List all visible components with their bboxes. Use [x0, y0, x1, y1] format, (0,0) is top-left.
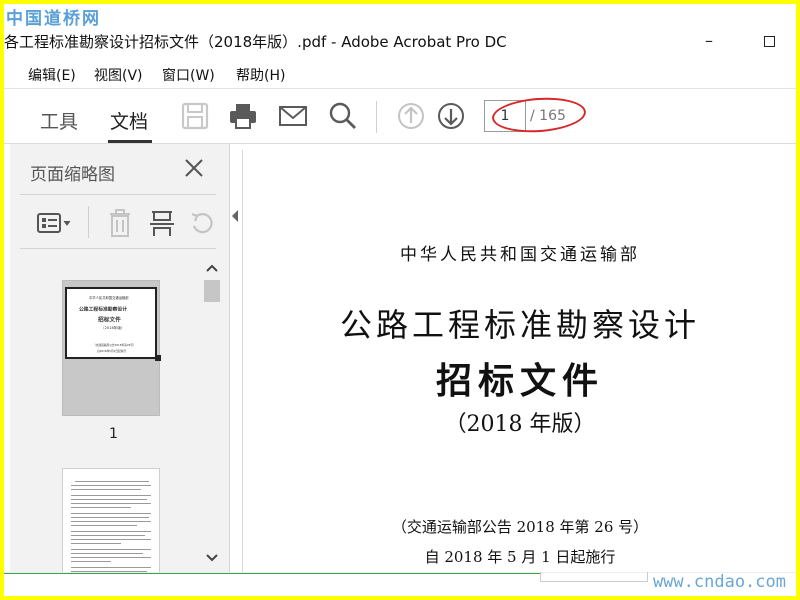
text-line — [75, 481, 149, 482]
save-icon[interactable] — [180, 101, 210, 131]
close-icon[interactable] — [182, 156, 206, 180]
document-announcement: （交通运输部公告 2018 年第 26 号） — [391, 518, 649, 536]
status-divider — [4, 573, 540, 574]
text-line — [71, 507, 131, 508]
thumbnail-list[interactable]: 中华人民共和国交通运输部 公路工程标准勘察设计 招标文件 （2018年版） （交… — [10, 256, 200, 572]
document-effective-date: 自 2018 年 5 月 1 日起施行 — [424, 548, 616, 566]
text-line — [71, 549, 151, 550]
extract-pages-icon[interactable] — [148, 208, 176, 238]
panel-divider-2 — [20, 248, 216, 249]
thumbnail-page-frame: 中华人民共和国交通运输部 公路工程标准勘察设计 招标文件 （2018年版） （交… — [65, 287, 157, 359]
tab-tools[interactable]: 工具 — [40, 107, 78, 134]
thumbnail-text: 中华人民共和国交通运输部 — [89, 296, 129, 300]
scroll-up-icon[interactable] — [204, 262, 220, 274]
text-line — [71, 539, 151, 540]
page-thumbnail[interactable]: 中华人民共和国交通运输部 公路工程标准勘察设计 招标文件 （2018年版） （交… — [62, 280, 161, 416]
print-icon[interactable] — [228, 101, 258, 131]
text-line — [71, 543, 121, 544]
menu-window[interactable]: 窗口(W) — [162, 65, 215, 85]
text-line — [71, 531, 151, 532]
page-thumbnails-panel: 页面缩略图 中华人民共和国交通运输部 公路工程标准勘察设计 招标文件 （2018… — [10, 144, 230, 572]
panel-tool-separator — [88, 206, 89, 238]
minimize-button[interactable]: – — [694, 28, 724, 54]
thumbnail-options-icon[interactable] — [36, 208, 76, 238]
thumbnail-page-label: 1 — [109, 426, 118, 442]
document-edition: （2018 年版） — [444, 412, 596, 437]
text-line — [71, 495, 151, 496]
text-line — [71, 567, 151, 568]
next-page-icon[interactable] — [436, 101, 466, 131]
scroll-thumb[interactable] — [204, 280, 220, 302]
mail-icon[interactable] — [278, 101, 308, 131]
text-line — [71, 489, 141, 490]
toolbar-separator — [376, 101, 377, 133]
rotate-page-icon[interactable] — [188, 208, 216, 238]
text-line — [71, 521, 151, 522]
menu-bar: 编辑(E) 视图(V) 窗口(W) 帮助(H) — [4, 62, 796, 86]
active-tab-indicator — [108, 140, 152, 143]
status-box — [540, 572, 648, 582]
collapse-panel-icon[interactable] — [230, 204, 240, 228]
text-line — [71, 499, 147, 500]
menu-edit[interactable]: 编辑(E) — [28, 65, 76, 85]
menu-view[interactable]: 视图(V) — [94, 65, 143, 85]
watermark-url: www.cndao.com — [652, 572, 786, 592]
search-icon[interactable] — [328, 101, 358, 131]
thumbnail-text: 招标文件 — [98, 316, 121, 324]
panel-title: 页面缩略图 — [30, 165, 115, 185]
text-line — [71, 485, 151, 486]
document-title-line1: 公路工程标准勘察设计 — [339, 306, 700, 344]
previous-page-icon[interactable] — [396, 101, 426, 131]
document-title-line2: 招标文件 — [435, 361, 604, 402]
acrobat-window: 中国道桥网 各工程标准勘察设计招标文件（2018年版）.pdf - Adobe … — [4, 4, 796, 596]
text-line — [71, 553, 143, 554]
text-line — [71, 503, 151, 504]
text-line — [71, 513, 151, 514]
thumbnail-scrollbar[interactable] — [202, 258, 220, 568]
window-title: 各工程标准勘察设计招标文件（2018年版）.pdf - Adobe Acroba… — [4, 33, 507, 51]
document-issuer: 中华人民共和国交通运输部 — [400, 245, 640, 265]
delete-page-icon[interactable] — [106, 208, 134, 238]
text-line — [71, 561, 111, 562]
text-line — [71, 525, 137, 526]
tab-document[interactable]: 文档 — [110, 107, 148, 134]
panel-divider — [20, 194, 216, 195]
thumbnail-text: 自2018年5月1日起施行 — [97, 349, 127, 354]
text-line — [71, 535, 145, 536]
maximize-button[interactable] — [754, 28, 784, 54]
scroll-down-icon[interactable] — [204, 552, 220, 564]
page-thumbnail[interactable] — [62, 468, 160, 572]
maximize-icon — [763, 36, 775, 47]
text-line — [71, 517, 149, 518]
thumbnail-text: （2018年版） — [101, 326, 125, 331]
menu-help[interactable]: 帮助(H) — [236, 65, 285, 85]
thumbnail-text: 公路工程标准勘察设计 — [79, 306, 128, 313]
watermark-site-name: 中国道桥网 — [6, 9, 101, 29]
title-bar: 各工程标准勘察设计招标文件（2018年版）.pdf - Adobe Acroba… — [4, 26, 796, 56]
thumbnail-resize-handle[interactable] — [155, 355, 161, 361]
text-line — [71, 557, 151, 558]
document-page[interactable]: 中华人民共和国交通运输部 公路工程标准勘察设计 招标文件 （2018 年版） （… — [242, 150, 796, 576]
main-toolbar: 工具 文档 1 / 165 — [4, 88, 796, 144]
thumbnail-text: （交通运输部公告2018年第26号） — [93, 343, 136, 348]
